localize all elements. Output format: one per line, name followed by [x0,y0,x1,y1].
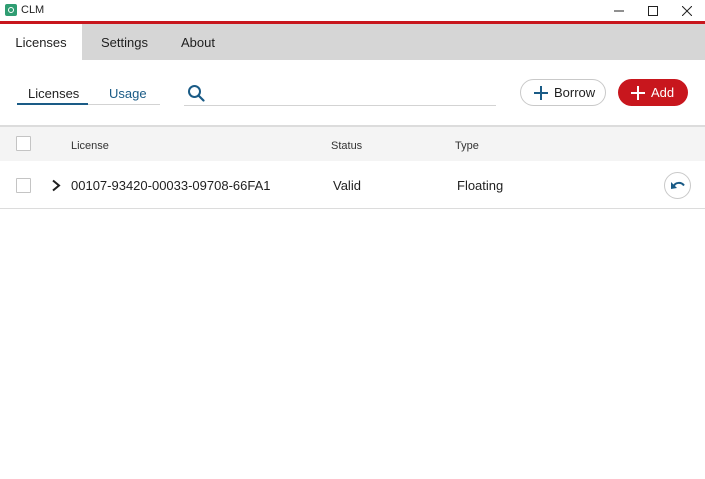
tab-about[interactable]: About [181,24,215,60]
close-icon [682,5,692,16]
undo-icon [670,181,685,189]
maximize-button[interactable] [636,0,670,21]
license-key: 00107-93420-00033-09708-66FA1 [71,178,271,193]
plus-icon [630,85,646,101]
search-icon[interactable] [187,84,205,102]
maximize-icon [648,5,658,16]
column-header-type[interactable]: Type [455,140,479,152]
window-title: CLM [21,4,45,16]
search-input[interactable] [210,82,494,104]
chevron-right-icon[interactable] [51,179,61,192]
subtab-usage[interactable]: Usage [109,86,147,101]
column-header-license[interactable]: License [71,140,109,152]
subtab-active-indicator [17,103,88,105]
row-divider [0,208,705,209]
search-underline [184,105,496,106]
borrow-button[interactable]: Borrow [520,79,606,106]
main-tab-bar: Licenses Settings About [0,24,705,60]
tab-licenses[interactable]: Licenses [0,24,82,60]
add-button-label: Add [651,85,675,100]
license-status: Valid [333,178,361,193]
clm-logo-icon [5,4,17,16]
title-bar: CLM [0,0,705,22]
tab-settings[interactable]: Settings [101,24,148,60]
minimize-icon [614,10,624,11]
column-header-status[interactable]: Status [331,140,362,152]
minimize-button[interactable] [602,0,636,21]
row-checkbox[interactable] [16,178,31,193]
plus-icon [533,85,549,101]
close-button[interactable] [670,0,704,21]
return-license-button[interactable] [664,172,691,199]
select-all-checkbox[interactable] [16,136,31,151]
borrow-button-label: Borrow [554,85,596,100]
subtab-licenses[interactable]: Licenses [28,86,79,101]
add-button[interactable]: Add [618,79,688,106]
license-type: Floating [457,178,504,193]
